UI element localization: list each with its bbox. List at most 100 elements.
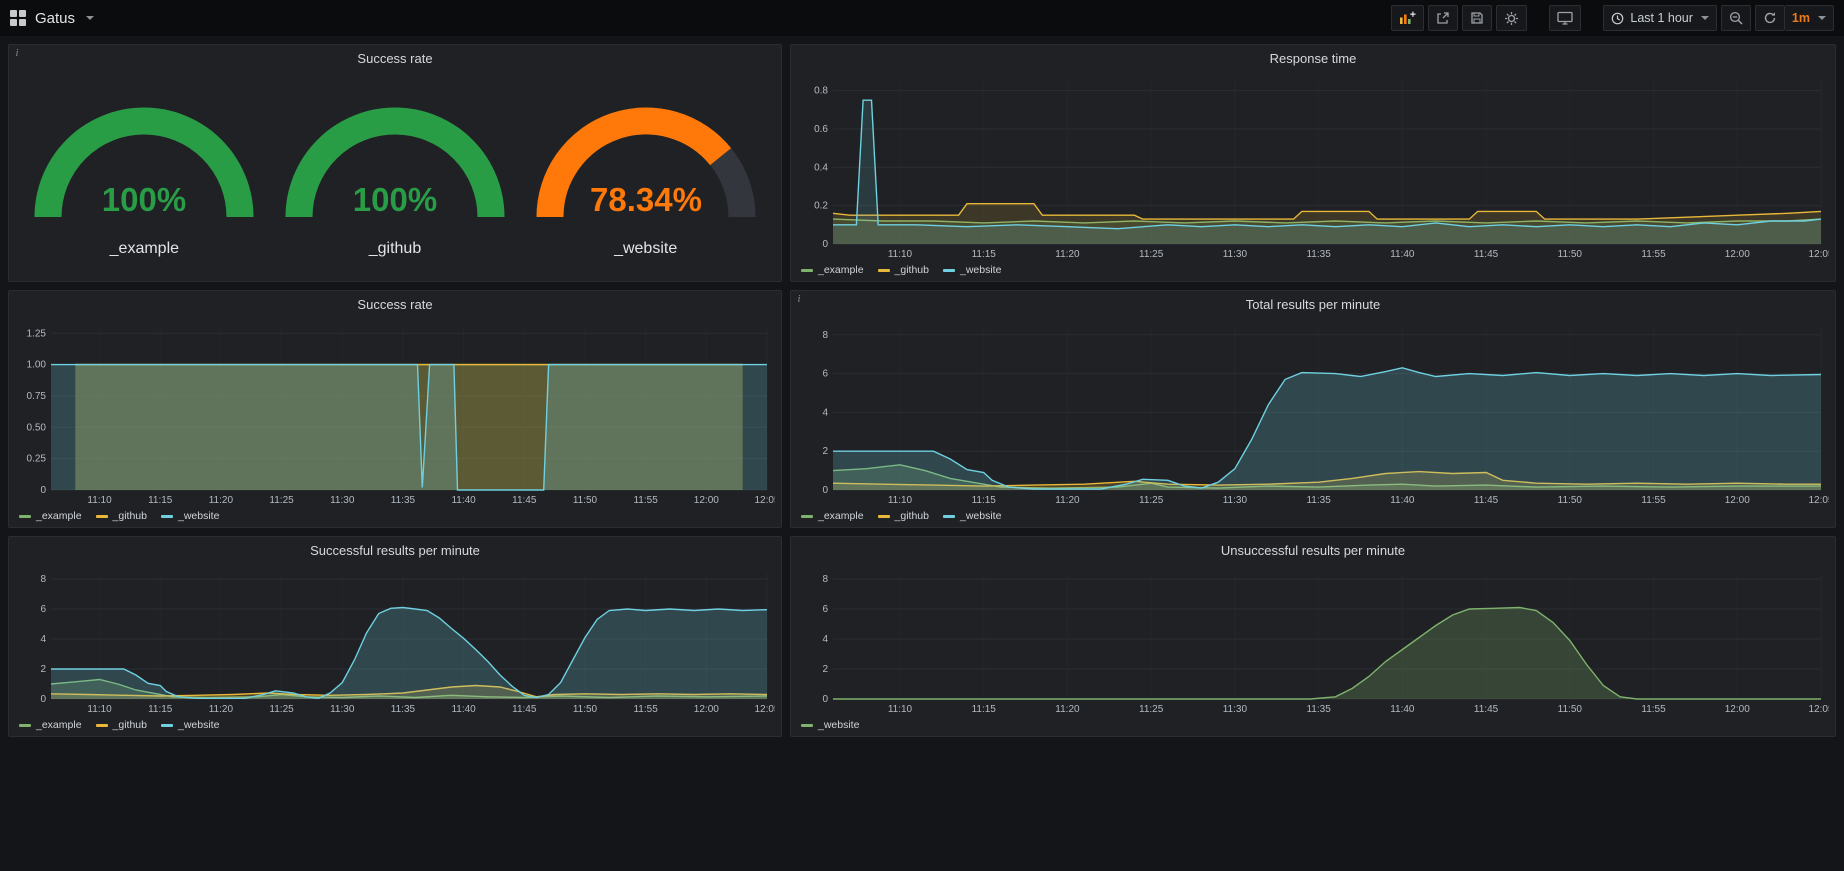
svg-text:11:15: 11:15 — [972, 704, 997, 715]
svg-text:100%: 100% — [353, 181, 437, 218]
legend-item-_website[interactable]: _website — [801, 719, 859, 731]
add-panel-icon — [1399, 11, 1416, 25]
gear-icon — [1504, 11, 1519, 26]
svg-text:11:55: 11:55 — [633, 704, 658, 715]
dashboard-title[interactable]: Gatus — [35, 10, 75, 27]
svg-text:0: 0 — [822, 694, 828, 705]
legend-marker — [19, 515, 31, 518]
svg-text:11:50: 11:50 — [1558, 704, 1583, 715]
svg-text:2: 2 — [40, 664, 46, 675]
svg-text:0.25: 0.25 — [27, 454, 47, 465]
legend-item-_github[interactable]: _github — [878, 510, 929, 522]
panel-success-rate: Success rate 11:1011:1511:2011:2511:3011… — [8, 290, 782, 528]
svg-text:11:45: 11:45 — [1474, 495, 1499, 506]
panel-successful-results: Successful results per minute 11:1011:15… — [8, 536, 782, 737]
refresh-icon — [1763, 11, 1777, 25]
panel-title[interactable]: Success rate — [357, 297, 432, 312]
panel-header: Successful results per minute — [9, 537, 781, 563]
dashboard-grid-icon[interactable] — [10, 10, 26, 26]
zoom-out-button[interactable] — [1721, 5, 1751, 31]
svg-text:11:25: 11:25 — [269, 704, 294, 715]
gauge-row: 100%_example100%_github78.34%_website — [9, 71, 781, 281]
panel-title[interactable]: Unsuccessful results per minute — [1221, 543, 1405, 558]
chart-legend: _example _github _website — [801, 261, 1835, 279]
svg-text:0.8: 0.8 — [814, 86, 828, 97]
legend-item-_website[interactable]: _website — [161, 719, 219, 731]
svg-text:0: 0 — [822, 239, 828, 250]
share-button[interactable] — [1428, 5, 1458, 31]
gauge-label: _github — [369, 240, 422, 258]
svg-text:11:45: 11:45 — [512, 704, 537, 715]
legend-marker — [878, 269, 890, 272]
svg-text:1.25: 1.25 — [27, 328, 47, 339]
panel-header: Unsuccessful results per minute — [791, 537, 1835, 563]
svg-text:12:05: 12:05 — [1808, 704, 1829, 715]
save-button[interactable] — [1462, 5, 1492, 31]
svg-text:12:00: 12:00 — [1725, 704, 1750, 715]
legend-marker — [96, 515, 108, 518]
svg-text:11:20: 11:20 — [209, 495, 234, 506]
unsuccessful-results-chart[interactable]: 11:1011:1511:2011:2511:3011:3511:4011:45… — [797, 563, 1829, 716]
svg-text:11:50: 11:50 — [1558, 249, 1583, 260]
panel-header: Success rate — [9, 45, 781, 71]
panel-title[interactable]: Total results per minute — [1246, 297, 1380, 312]
settings-button[interactable] — [1496, 5, 1527, 31]
cycle-view-button[interactable] — [1549, 5, 1581, 31]
zoom-out-icon — [1729, 11, 1743, 25]
legend-marker — [878, 515, 890, 518]
total-results-chart[interactable]: 11:1011:1511:2011:2511:3011:3511:4011:45… — [797, 317, 1829, 507]
panel-info-icon[interactable]: i — [9, 45, 25, 61]
legend-item-_website[interactable]: _website — [943, 510, 1001, 522]
refresh-button[interactable] — [1755, 5, 1785, 31]
panel-info-icon[interactable]: i — [791, 291, 807, 307]
svg-text:8: 8 — [40, 574, 46, 585]
svg-text:0.4: 0.4 — [814, 162, 828, 173]
clock-icon — [1611, 12, 1624, 25]
chart-legend: _example _github _website — [19, 507, 781, 525]
svg-text:11:50: 11:50 — [573, 495, 598, 506]
svg-text:2: 2 — [822, 664, 828, 675]
legend-marker — [161, 515, 173, 518]
response-time-chart[interactable]: 11:1011:1511:2011:2511:3011:3511:4011:45… — [797, 71, 1829, 261]
refresh-interval-dropdown[interactable]: 1m — [1785, 5, 1834, 31]
svg-text:11:55: 11:55 — [633, 495, 658, 506]
legend-item-_example[interactable]: _example — [19, 719, 82, 731]
svg-text:11:40: 11:40 — [1390, 704, 1415, 715]
legend-item-_website[interactable]: _website — [943, 264, 1001, 276]
legend-item-_example[interactable]: _example — [19, 510, 82, 522]
svg-text:0.75: 0.75 — [27, 391, 47, 402]
svg-text:11:25: 11:25 — [1139, 249, 1164, 260]
legend-item-_example[interactable]: _example — [801, 510, 864, 522]
panel-header: Total results per minute — [791, 291, 1835, 317]
svg-text:11:50: 11:50 — [573, 704, 598, 715]
svg-text:11:45: 11:45 — [512, 495, 537, 506]
legend-item-_example[interactable]: _example — [801, 264, 864, 276]
panel-header: Success rate — [9, 291, 781, 317]
legend-item-_github[interactable]: _github — [878, 264, 929, 276]
svg-text:11:15: 11:15 — [148, 704, 173, 715]
legend-marker — [801, 269, 813, 272]
dashboard-caret-icon[interactable] — [86, 16, 94, 20]
svg-text:6: 6 — [40, 604, 46, 615]
legend-item-_github[interactable]: _github — [96, 719, 147, 731]
svg-text:0: 0 — [40, 694, 46, 705]
svg-text:12:05: 12:05 — [754, 704, 775, 715]
panel-title[interactable]: Success rate — [357, 51, 432, 66]
svg-text:8: 8 — [822, 574, 828, 585]
panel-title[interactable]: Response time — [1270, 51, 1357, 66]
legend-item-_github[interactable]: _github — [96, 510, 147, 522]
panel-title[interactable]: Successful results per minute — [310, 543, 480, 558]
successful-results-chart[interactable]: 11:1011:1511:2011:2511:3011:3511:4011:45… — [15, 563, 775, 716]
chart-legend: _website — [801, 716, 1835, 734]
refresh-interval-caret-icon — [1818, 16, 1826, 20]
legend-item-_website[interactable]: _website — [161, 510, 219, 522]
add-panel-button[interactable] — [1391, 5, 1424, 31]
panel-header: Response time — [791, 45, 1835, 71]
success-rate-chart[interactable]: 11:1011:1511:2011:2511:3011:3511:4011:45… — [15, 317, 775, 507]
refresh-picker: 1m — [1755, 5, 1834, 31]
svg-text:4: 4 — [822, 634, 828, 645]
gauge-label: _website — [614, 240, 677, 258]
time-range-picker[interactable]: Last 1 hour — [1603, 5, 1717, 31]
legend-marker — [161, 724, 173, 727]
svg-text:11:25: 11:25 — [269, 495, 294, 506]
